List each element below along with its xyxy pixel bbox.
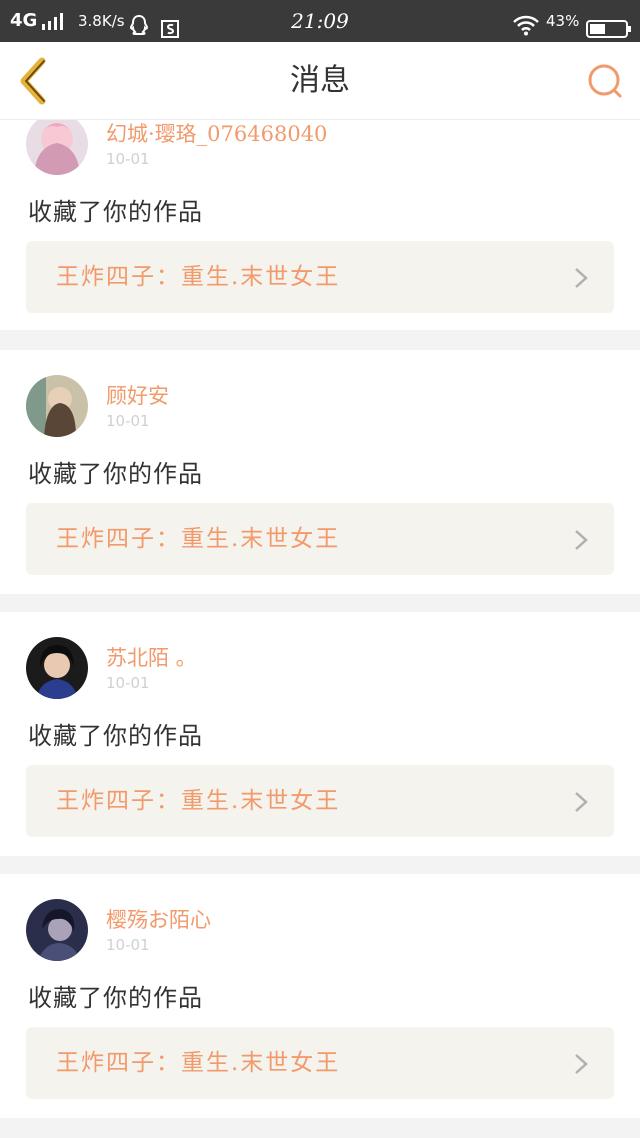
username[interactable]: 苏北陌 。 [106,642,197,672]
battery-icon [586,12,632,38]
work-link[interactable]: 王炸四子：重生.末世女王 [26,503,614,575]
message-card: 樱殇お陌心 10-01 收藏了你的作品 王炸四子：重生.末世女王 [0,874,640,1118]
wifi-icon [512,10,540,36]
message-date: 10-01 [106,150,150,168]
chevron-right-icon [575,792,588,812]
message-card: 幻城·璎珞_076468040 10-01 收藏了你的作品 王炸四子：重生.末世… [0,120,640,330]
page-title: 消息 [290,63,350,98]
message-action: 收藏了你的作品 [28,460,203,488]
message-action: 收藏了你的作品 [28,984,203,1012]
message-date: 10-01 [106,412,150,430]
work-title: 王炸四子：重生.末世女王 [56,1050,341,1076]
clock: 21:09 [291,9,349,33]
avatar[interactable] [26,120,88,175]
work-title: 王炸四子：重生.末世女王 [56,788,341,814]
search-button[interactable] [586,62,624,100]
chevron-right-icon [575,530,588,550]
message-action: 收藏了你的作品 [28,722,203,750]
username[interactable]: 樱殇お陌心 [106,904,211,934]
message-list[interactable]: 幻城·璎珞_076468040 10-01 收藏了你的作品 王炸四子：重生.末世… [0,120,640,1138]
search-icon [588,64,622,98]
message-date: 10-01 [106,936,150,954]
avatar[interactable] [26,637,88,699]
message-card: 苏北陌 。 10-01 收藏了你的作品 王炸四子：重生.末世女王 [0,612,640,856]
battery-percent: 43% [546,12,580,30]
work-link[interactable]: 王炸四子：重生.末世女王 [26,241,614,313]
message-card: 顾好安 10-01 收藏了你的作品 王炸四子：重生.末世女王 [0,350,640,594]
work-link[interactable]: 王炸四子：重生.末世女王 [26,1027,614,1099]
username[interactable]: 顾好安 [106,380,169,410]
message-action: 收藏了你的作品 [28,198,203,226]
chevron-right-icon [575,268,588,288]
avatar[interactable] [26,375,88,437]
avatar[interactable] [26,899,88,961]
work-title: 王炸四子：重生.末世女王 [56,264,341,290]
username[interactable]: 幻城·璎珞_076468040 [106,120,327,148]
message-date: 10-01 [106,674,150,692]
work-link[interactable]: 王炸四子：重生.末世女王 [26,765,614,837]
work-title: 王炸四子：重生.末世女王 [56,526,341,552]
header-bar: 消息 [0,42,640,120]
chevron-right-icon [575,1054,588,1074]
status-bar: 4G 3.8K/s 21:09 43% [0,0,640,42]
